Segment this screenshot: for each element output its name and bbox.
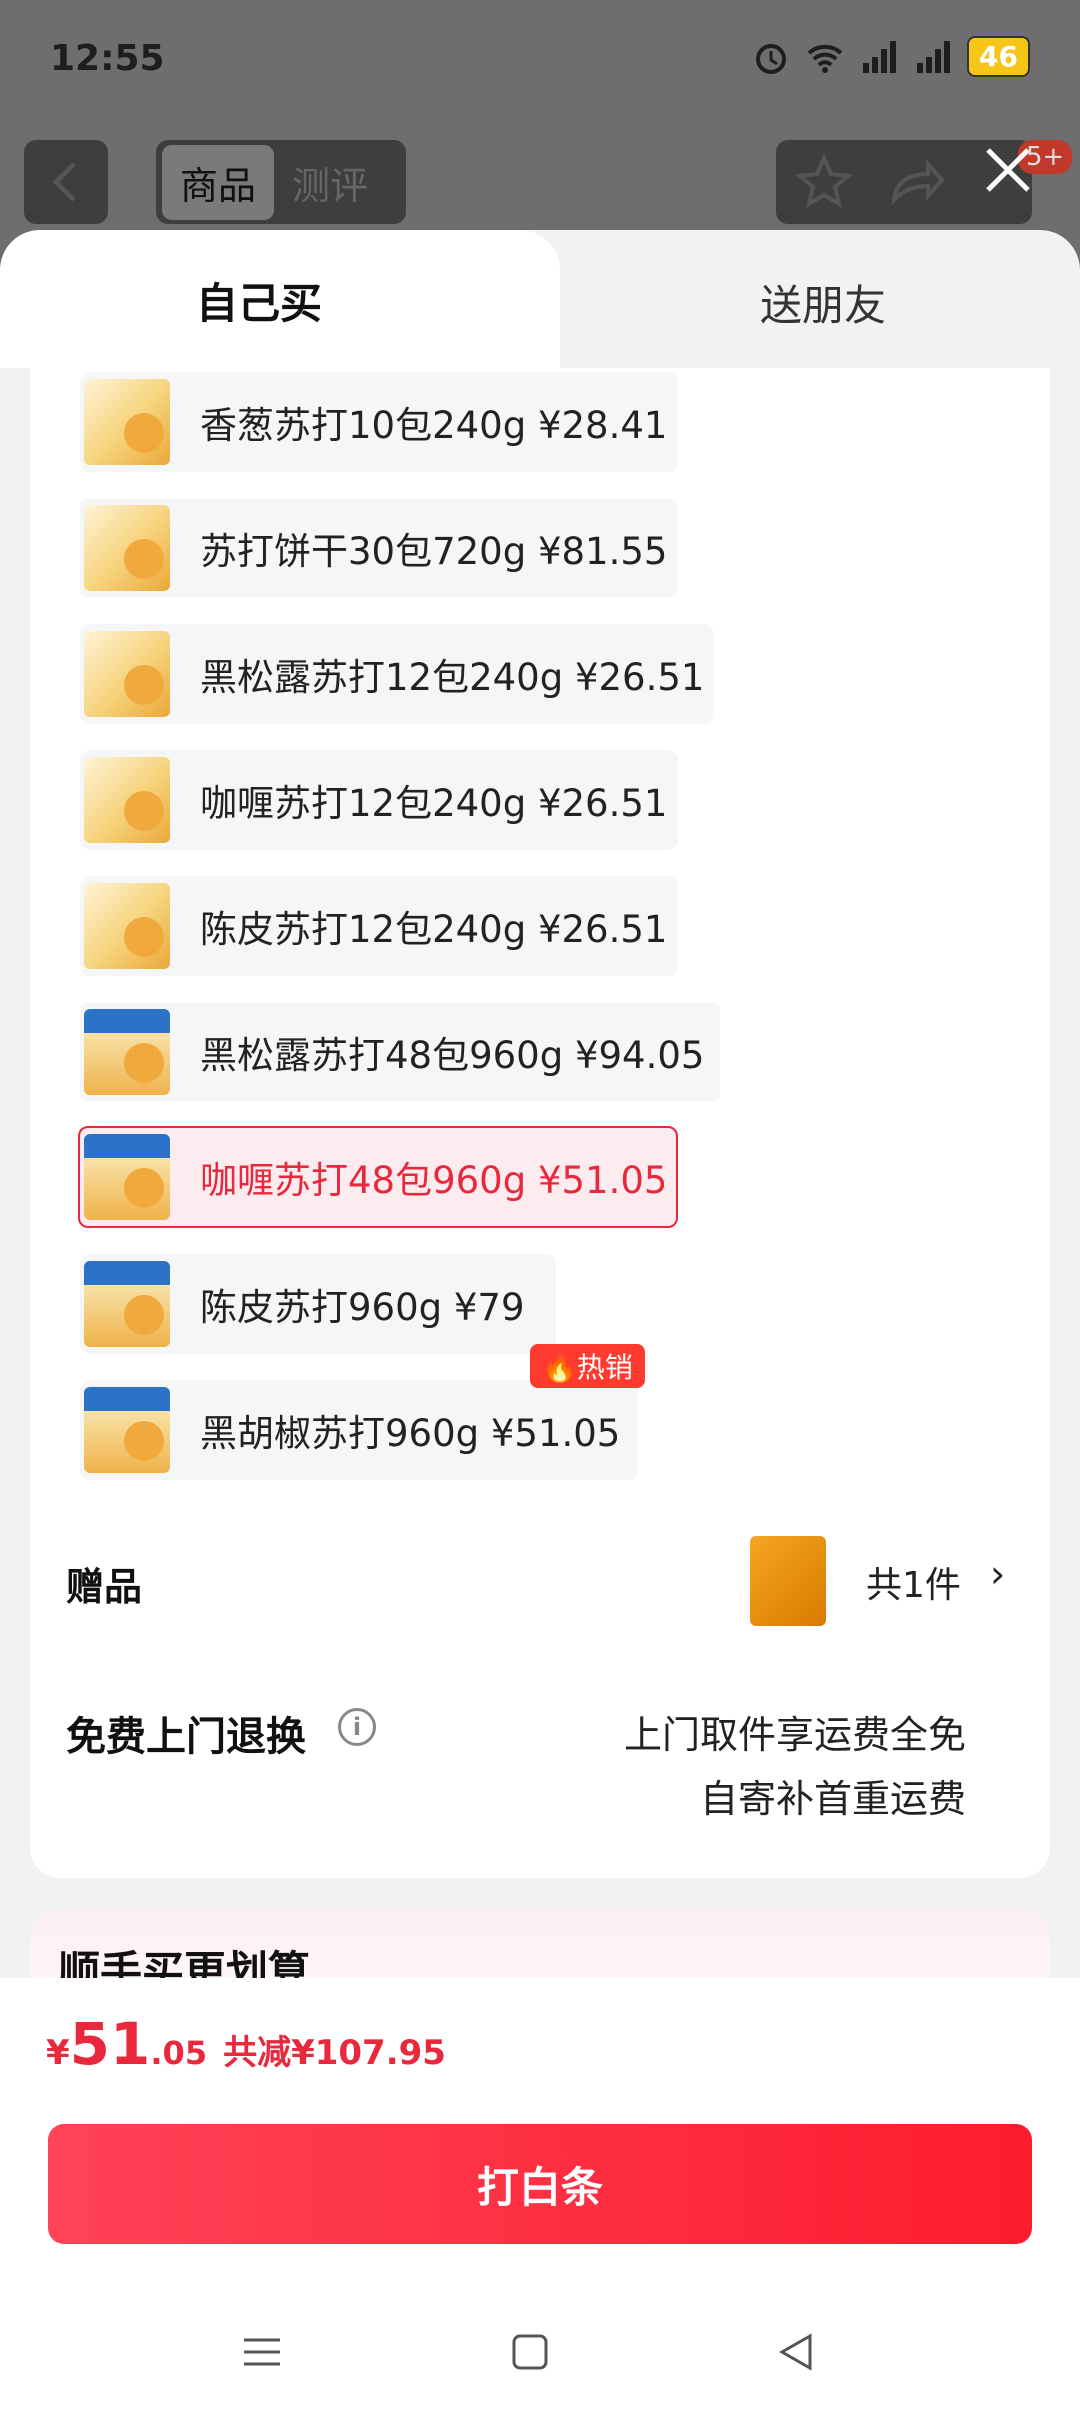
sku-option[interactable]: 苏打饼干30包720g ¥81.55 bbox=[80, 498, 678, 598]
chevron-right-icon[interactable]: › bbox=[990, 1552, 1005, 1596]
return-service-line2: 自寄补首重运费 bbox=[699, 1777, 966, 1821]
signal-icon bbox=[917, 40, 951, 73]
hot-sale-tag: 🔥热销 bbox=[530, 1344, 645, 1388]
close-icon[interactable] bbox=[976, 138, 1040, 202]
sku-label: 陈皮苏打960g ¥79 bbox=[200, 1286, 525, 1329]
tab-send-friend-label: 送朋友 bbox=[760, 281, 887, 330]
sku-option[interactable]: 黑松露苏打48包960g ¥94.05 bbox=[80, 1002, 720, 1102]
sku-label: 香葱苏打10包240g ¥28.41 bbox=[200, 404, 668, 447]
price-savings: 共减¥107.95 bbox=[223, 2033, 446, 2073]
sku-label: 黑松露苏打48包960g ¥94.05 bbox=[200, 1034, 705, 1077]
sku-option[interactable]: 香葱苏打10包240g ¥28.41 bbox=[80, 372, 678, 472]
sku-option[interactable]: 黑胡椒苏打960g ¥51.05 bbox=[80, 1380, 638, 1480]
product-thumb bbox=[84, 1261, 170, 1347]
fire-icon: 🔥 bbox=[542, 1351, 577, 1384]
sku-label: 黑胡椒苏打960g ¥51.05 bbox=[200, 1412, 621, 1455]
tab-review: 测评 bbox=[292, 163, 369, 208]
sku-option[interactable]: 咖喱苏打12包240g ¥26.51 bbox=[80, 750, 678, 850]
gift-count[interactable]: 共1件 bbox=[866, 1556, 961, 1608]
return-service-line1: 上门取件享运费全免 bbox=[623, 1713, 966, 1757]
back-nav-icon[interactable] bbox=[766, 2322, 826, 2382]
star-icon bbox=[795, 153, 853, 209]
price-currency: ¥ bbox=[46, 2033, 70, 2073]
hot-sale-label: 热销 bbox=[576, 1351, 633, 1384]
status-time: 12:55 bbox=[50, 38, 165, 79]
tab-product: 商品 bbox=[162, 144, 275, 220]
share-icon bbox=[891, 158, 945, 206]
sku-option-selected[interactable]: 咖喱苏打48包960g ¥51.05 bbox=[78, 1126, 678, 1228]
return-service-title: 免费上门退换 bbox=[66, 1714, 306, 1760]
chevron-left-icon bbox=[52, 162, 76, 202]
sku-option[interactable]: 陈皮苏打12包240g ¥26.51 bbox=[80, 876, 678, 976]
sku-label: 咖喱苏打12包240g ¥26.51 bbox=[200, 782, 668, 825]
gift-title: 赠品 bbox=[66, 1565, 143, 1609]
price-integer: 51 bbox=[69, 2010, 151, 2078]
sku-option[interactable]: 陈皮苏打960g ¥79 bbox=[80, 1254, 556, 1354]
sku-label: 苏打饼干30包720g ¥81.55 bbox=[200, 530, 668, 573]
status-icons: 46 bbox=[751, 36, 1030, 77]
sku-label: 陈皮苏打12包240g ¥26.51 bbox=[200, 908, 668, 951]
back-button bbox=[24, 140, 108, 224]
product-thumb bbox=[84, 883, 170, 969]
tab-send-friend[interactable]: 送朋友 bbox=[560, 230, 1080, 368]
home-icon[interactable] bbox=[500, 2322, 560, 2382]
gift-thumb[interactable] bbox=[750, 1536, 826, 1626]
tab-buy-self-label: 自己买 bbox=[196, 279, 323, 328]
background-tabs: 商品 测评 bbox=[156, 140, 406, 224]
menu-icon[interactable] bbox=[232, 2322, 292, 2382]
status-bar: 12:55 46 bbox=[0, 0, 1080, 120]
product-thumb bbox=[84, 505, 170, 591]
sku-label: 黑松露苏打12包240g ¥26.51 bbox=[200, 656, 705, 699]
product-thumb bbox=[84, 757, 170, 843]
alarm-icon bbox=[756, 43, 787, 74]
product-thumb bbox=[84, 1387, 170, 1473]
options-card: 香葱苏打10包240g ¥28.41 苏打饼干30包720g ¥81.55 黑松… bbox=[30, 368, 1050, 1878]
product-thumb bbox=[84, 1009, 170, 1095]
price-decimal: .05 bbox=[150, 2034, 208, 2072]
pay-button[interactable]: 打白条 bbox=[48, 2124, 1032, 2244]
battery-indicator: 46 bbox=[967, 36, 1030, 77]
tab-buy-self[interactable]: 自己买 bbox=[0, 230, 560, 368]
product-thumb bbox=[84, 379, 170, 465]
product-thumb bbox=[84, 1134, 170, 1220]
price-summary: ¥ 51 .05 共减¥107.95 bbox=[46, 2010, 446, 2078]
sku-label: 咖喱苏打48包960g ¥51.05 bbox=[200, 1159, 668, 1202]
sku-option[interactable]: 黑松露苏打12包240g ¥26.51 bbox=[80, 624, 714, 724]
signal-icon bbox=[863, 40, 897, 73]
wifi-icon bbox=[807, 44, 843, 73]
info-icon[interactable]: i bbox=[338, 1708, 376, 1746]
product-thumb bbox=[84, 631, 170, 717]
